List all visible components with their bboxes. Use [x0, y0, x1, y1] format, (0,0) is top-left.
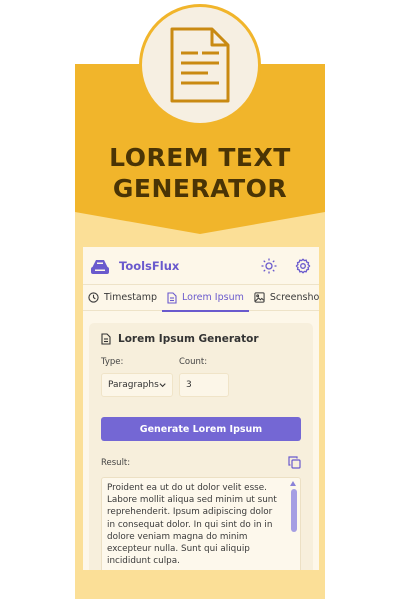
- result-textarea[interactable]: Proident ea ut do ut dolor velit esse. L…: [101, 477, 301, 570]
- field-labels: Type: Count:: [101, 357, 301, 367]
- chevron-down-icon: [159, 383, 166, 388]
- type-select-value: Paragraphs: [108, 380, 159, 390]
- settings-gear-icon[interactable]: [293, 256, 313, 276]
- tab-timestamp[interactable]: Timestamp: [83, 285, 162, 311]
- sun-icon[interactable]: [259, 256, 279, 276]
- document-lines-icon: [170, 27, 230, 103]
- tab-timestamp-label: Timestamp: [104, 292, 158, 303]
- app-header: ToolsFlux: [83, 247, 319, 285]
- scrollbar-thumb[interactable]: [291, 489, 297, 532]
- tab-lorem-ipsum-label: Lorem Ipsum: [182, 292, 244, 303]
- banner-title-line1: LOREM TEXT: [109, 143, 291, 172]
- tab-screenshot-label: Screenshot: [269, 292, 319, 303]
- tab-lorem-ipsum[interactable]: Lorem Ipsum: [162, 285, 249, 312]
- result-header: Result:: [101, 456, 301, 469]
- generator-heading: Lorem Ipsum Generator: [101, 333, 301, 345]
- generator-card: Lorem Ipsum Generator Type: Count: Parag…: [89, 323, 313, 570]
- count-label: Count:: [179, 357, 208, 367]
- generator-heading-text: Lorem Ipsum Generator: [118, 333, 259, 345]
- generator-fields: Paragraphs 3: [101, 373, 301, 397]
- banner-title-line2: GENERATOR: [112, 174, 288, 203]
- generate-button[interactable]: Generate Lorem Ipsum: [101, 417, 301, 441]
- type-label: Type:: [101, 357, 124, 367]
- scroll-up-arrow[interactable]: [290, 481, 296, 486]
- toolsflux-logo-icon: [91, 259, 109, 274]
- document-icon: [101, 333, 111, 345]
- count-input[interactable]: 3: [179, 373, 229, 397]
- result-label: Result:: [101, 457, 131, 468]
- tab-bar: Timestamp Lorem Ipsum Screenshot: [83, 285, 319, 312]
- app-name: ToolsFlux: [119, 258, 180, 273]
- document-badge: [139, 4, 261, 126]
- image-icon: [254, 292, 265, 303]
- app-window: ToolsFlux Timestamp Lorem Ipsum Screensh…: [83, 247, 319, 570]
- clock-icon: [88, 292, 99, 303]
- banner-title: LOREM TEXT GENERATOR: [75, 142, 325, 204]
- type-select[interactable]: Paragraphs: [101, 373, 173, 397]
- tab-screenshot[interactable]: Screenshot: [249, 285, 319, 311]
- result-text: Proident ea ut do ut dolor velit esse. L…: [107, 483, 277, 567]
- document-icon: [167, 291, 177, 304]
- copy-icon[interactable]: [288, 456, 301, 469]
